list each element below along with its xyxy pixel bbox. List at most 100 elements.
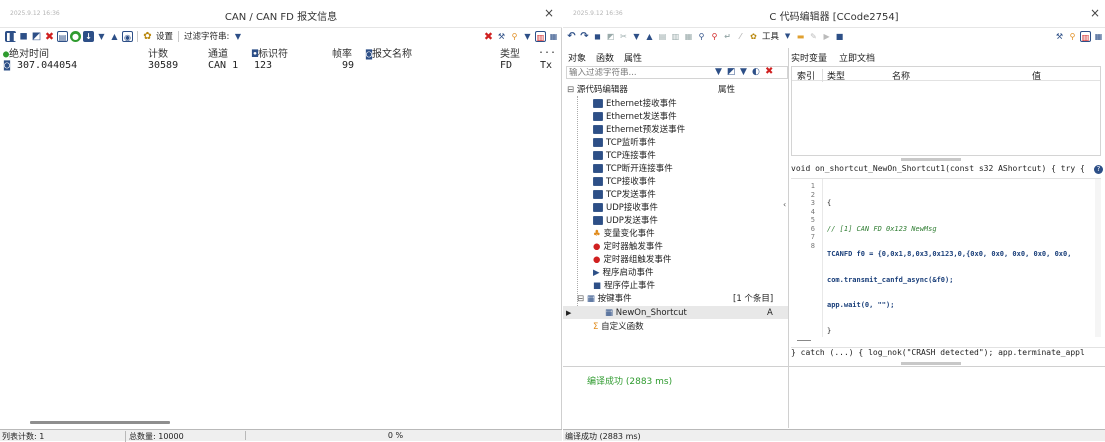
camera-icon[interactable]: ◉ (122, 30, 133, 42)
wrap-icon[interactable]: ↵ (722, 31, 733, 42)
save-icon[interactable]: ◼ (592, 31, 603, 42)
tree-item[interactable]: TCP连接事件 (593, 150, 656, 162)
variable-icon: ♣ (593, 229, 601, 239)
stop-icon[interactable]: ■ (834, 31, 845, 42)
horizontal-scrollbar[interactable] (30, 421, 170, 424)
save-icon[interactable]: ◼ (18, 31, 29, 42)
folder-icon[interactable]: ▬ (795, 31, 806, 42)
filter-icon[interactable]: ▼ (232, 31, 243, 42)
wrench-icon[interactable]: ⚒ (1054, 31, 1065, 42)
pen-icon[interactable]: ⁄ (735, 31, 746, 42)
col-count[interactable]: 计数 (148, 45, 168, 60)
cut-icon[interactable]: ✂ (618, 31, 629, 42)
edit-filter-icon[interactable]: ◩ (727, 67, 736, 77)
columns-icon[interactable]: ▦ (548, 31, 559, 42)
close-button[interactable]: × (1090, 6, 1100, 20)
splitter-handle[interactable] (901, 362, 961, 365)
settings-button[interactable]: 设置 (156, 30, 173, 42)
clock-icon[interactable]: ● (70, 30, 81, 42)
tree-item[interactable]: Ethernet接收事件 (593, 98, 677, 110)
redo-icon[interactable]: ↷ (579, 31, 590, 42)
tree-item[interactable]: ■ 程序停止事件 (593, 280, 655, 292)
link-icon[interactable]: ⚲ (1067, 31, 1078, 42)
wrench-icon[interactable]: ⚒ (496, 31, 507, 42)
col-name[interactable]: 名称 (892, 69, 910, 82)
replace-icon[interactable]: ⚲ (709, 31, 720, 42)
link-icon[interactable]: ⚲ (509, 31, 520, 42)
splitter[interactable] (788, 48, 789, 428)
tab-immediate[interactable]: 立即文档 (839, 51, 875, 64)
col-abs-time[interactable]: ●绝对时间 (3, 45, 49, 60)
tree-item[interactable]: ▶ 程序启动事件 (593, 267, 654, 279)
status-text: 编译成功 (2883 ms) (565, 432, 641, 441)
down-icon[interactable]: ▼ (96, 31, 107, 42)
funnel-icon[interactable]: ▼ (715, 67, 722, 77)
undo-icon[interactable]: ↶ (566, 31, 577, 42)
chevron-down-icon[interactable]: ▼ (782, 31, 793, 42)
tree-item[interactable]: TCP断开连接事件 (593, 163, 673, 175)
col-channel[interactable]: 通道 (208, 45, 228, 60)
up-icon[interactable]: ▲ (644, 31, 655, 42)
tab-properties[interactable]: 属性 (624, 51, 642, 64)
tree-key-event[interactable]: ⊟ ▦ 按键事件 (577, 293, 632, 305)
export-icon[interactable]: ▥ (535, 30, 546, 42)
down-icon[interactable]: ▼ (631, 31, 642, 42)
list-icon[interactable]: ▥ (670, 31, 681, 42)
help-icon[interactable]: ? (1094, 165, 1103, 174)
tools-menu[interactable]: 工具 (762, 30, 779, 42)
tree-item[interactable]: ♣ 变量变化事件 (593, 228, 655, 240)
tree-custom-func[interactable]: Σ 自定义函数 (593, 321, 644, 333)
export-icon[interactable]: ▥ (1080, 30, 1091, 42)
col-value[interactable]: 值 (1032, 69, 1041, 82)
pause-icon[interactable]: ❚❚ (5, 30, 18, 42)
copy-icon[interactable]: ◩ (31, 31, 42, 42)
copy-icon[interactable]: ◩ (605, 31, 616, 42)
col-type[interactable]: 类型 (500, 45, 520, 60)
tree-item[interactable]: UDP接收事件 (593, 202, 658, 214)
col-index[interactable]: 索引 (797, 69, 815, 82)
tree-item[interactable]: TCP发送事件 (593, 189, 656, 201)
gear-icon[interactable]: ✿ (748, 31, 759, 42)
clear-icon[interactable]: ✖ (44, 31, 55, 42)
tree-item[interactable]: TCP接收事件 (593, 176, 656, 188)
view-icon[interactable]: ▤ (57, 30, 68, 42)
tree-item[interactable]: UDP发送事件 (593, 215, 658, 227)
paste-icon[interactable]: ▤ (657, 31, 668, 42)
tab-function[interactable]: 函数 (596, 51, 614, 64)
tree-root[interactable]: ⊟ 源代码编辑器 (567, 84, 628, 96)
sort-icon[interactable]: ↓ (83, 30, 94, 42)
splitter-handle[interactable] (901, 158, 961, 161)
refresh-icon[interactable]: ◐ (752, 67, 760, 77)
tree-item[interactable]: TCP监听事件 (593, 137, 656, 149)
vertical-scrollbar[interactable] (1095, 179, 1101, 337)
table-row[interactable]: ◙ 307.044054 30589 CAN 1 123 99 FD Tx (0, 60, 560, 73)
col-frame-rate[interactable]: 帧率 (332, 45, 352, 60)
tree-item[interactable]: Ethernet发送事件 (593, 111, 677, 123)
close-button[interactable]: × (544, 6, 554, 20)
compile-icon[interactable]: ✎ (808, 31, 819, 42)
tab-object[interactable]: 对象 (568, 51, 586, 64)
close-icon[interactable]: ✖ (765, 66, 773, 77)
tree-item[interactable]: Ethernet预发送事件 (593, 124, 685, 136)
columns-icon[interactable]: ▦ (1093, 31, 1104, 42)
clear-filter-icon[interactable]: ✖ (483, 31, 494, 42)
keyboard-icon: ▦ (605, 308, 614, 318)
filter-input[interactable] (569, 68, 699, 78)
bookmark-icon[interactable]: ▦ (683, 31, 694, 42)
col-msg-name[interactable]: ◙报文名称 (366, 45, 412, 60)
up-icon[interactable]: ▲ (109, 31, 120, 42)
tab-live-vars[interactable]: 实时变量 (791, 51, 827, 64)
col-identifier[interactable]: ◘标识符 (252, 45, 288, 60)
down-icon[interactable]: ▼ (740, 67, 747, 77)
code-editor[interactable]: 12345678 { // [1] CAN FD 0x123 NewMsg TC… (791, 178, 1101, 337)
collapse-left-icon[interactable]: ‹ (783, 200, 786, 209)
search-icon[interactable]: ⚲ (696, 31, 707, 42)
run-icon[interactable]: ▶ (821, 31, 832, 42)
gear-icon[interactable]: ✿ (142, 31, 153, 42)
tree-item[interactable]: ● 定时器触发事件 (593, 241, 663, 253)
tree-item[interactable]: ● 定时器组触发事件 (593, 254, 671, 266)
col-type[interactable]: 类型 (822, 69, 845, 82)
funnel-icon[interactable]: ▼ (522, 31, 533, 42)
col-more[interactable]: ... (538, 45, 556, 56)
tree-shortcut[interactable]: ▦ NewOn_Shortcut (605, 307, 687, 319)
